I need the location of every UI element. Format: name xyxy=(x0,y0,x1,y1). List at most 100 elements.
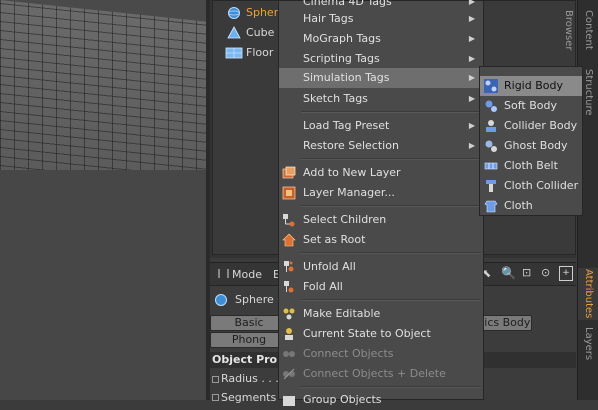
submenu-item-cloth[interactable]: Cloth xyxy=(480,196,582,216)
menu-item-label: Simulation Tags xyxy=(303,71,390,84)
menu-item-label: Hair Tags xyxy=(303,12,354,25)
viewport-background xyxy=(0,170,206,400)
cloth-collider-icon xyxy=(486,180,496,192)
menu-item-fold-all[interactable]: Fold All xyxy=(279,277,483,297)
submenu-item-label: Cloth xyxy=(504,199,533,212)
connect-delete-icon xyxy=(283,368,295,380)
menu-separator xyxy=(301,299,481,301)
group-objects-icon xyxy=(283,396,295,406)
make-editable-icon xyxy=(283,308,295,320)
history-icon[interactable]: ⊙ xyxy=(541,266,550,279)
menu-item-unfold-all[interactable]: Unfold All xyxy=(279,257,483,277)
menu-item-label: Connect Objects xyxy=(303,347,394,360)
menu-item-hair-tags[interactable]: Hair Tags ▶ xyxy=(279,9,483,29)
viewport[interactable] xyxy=(0,0,206,400)
floor-icon xyxy=(225,47,243,59)
submenu-arrow-icon: ▶ xyxy=(468,14,475,23)
rigid-body-icon xyxy=(484,79,498,93)
radius-label: Radius . . . xyxy=(221,372,279,385)
menu-separator xyxy=(301,111,481,113)
menu-item-label: Make Editable xyxy=(303,307,381,320)
menu-item-label: Load Tag Preset xyxy=(303,119,390,132)
menu-item-scripting-tags[interactable]: Scripting Tags ▶ xyxy=(279,49,483,69)
menu-item-load-tag-preset[interactable]: Load Tag Preset ▶ xyxy=(279,116,483,136)
submenu-item-label: Collider Body xyxy=(504,119,578,132)
menu-item-set-as-root[interactable]: Set as Root xyxy=(279,230,483,250)
menu-item-mograph-tags[interactable]: MoGraph Tags ▶ xyxy=(279,29,483,49)
submenu-item-label: Soft Body xyxy=(504,99,557,112)
menu-item-current-state-to-object[interactable]: Current State to Object xyxy=(279,324,483,344)
submenu-arrow-icon: ▶ xyxy=(468,34,475,43)
submenu-item-label: Ghost Body xyxy=(504,139,568,152)
lock-icon[interactable]: ⊡ xyxy=(522,266,531,279)
cube-icon xyxy=(227,26,241,39)
menu-item-label: Connect Objects + Delete xyxy=(303,367,446,380)
menu-item-label: Set as Root xyxy=(303,233,366,246)
object-label: Floor xyxy=(246,46,274,59)
tab-content-browser[interactable]: Content Browser xyxy=(563,0,598,60)
menu-separator xyxy=(301,252,481,254)
tab-basic[interactable]: Basic xyxy=(210,315,288,331)
submenu-item-label: Cloth Collider xyxy=(504,179,579,192)
submenu-item-collider-body[interactable]: Collider Body xyxy=(480,116,582,136)
submenu-item-label: Rigid Body xyxy=(504,79,563,92)
tab-attributes[interactable]: Attributes xyxy=(578,268,598,320)
menu-item-label: Unfold All xyxy=(303,260,356,273)
ghost-body-icon xyxy=(485,140,497,152)
menu-item-label: Select Children xyxy=(303,213,387,226)
simulation-tags-submenu: Rigid Body Soft Body Collider Body Ghost… xyxy=(479,66,583,216)
menu-item-label: Sketch Tags xyxy=(303,92,368,105)
menu-item-label: Layer Manager... xyxy=(303,186,395,199)
menu-item-label: Group Objects xyxy=(303,393,382,406)
menu-item-sketch-tags[interactable]: Sketch Tags ▶ xyxy=(279,89,483,109)
submenu-arrow-icon: ▶ xyxy=(468,121,475,130)
submenu-item-cloth-collider[interactable]: Cloth Collider xyxy=(480,176,582,196)
layer-manager-icon xyxy=(282,186,296,200)
unfold-all-icon xyxy=(284,261,294,272)
menu-item-connect-objects: Connect Objects xyxy=(279,344,483,364)
menu-grip-icon xyxy=(218,269,229,278)
submenu-item-cloth-belt[interactable]: Cloth Belt xyxy=(480,156,582,176)
segments-label: Segments xyxy=(221,391,277,404)
new-manager-icon[interactable]: + xyxy=(559,266,573,281)
menu-separator xyxy=(301,158,481,160)
set-as-root-icon xyxy=(282,233,296,247)
submenu-item-rigid-body[interactable]: Rigid Body xyxy=(480,76,582,96)
mode-menu[interactable]: Mode xyxy=(232,266,262,284)
menu-item-restore-selection[interactable]: Restore Selection ▶ xyxy=(279,136,483,156)
cloth-icon xyxy=(484,200,498,213)
menu-separator xyxy=(301,205,481,207)
menu-item-label: Current State to Object xyxy=(303,327,431,340)
soft-body-icon xyxy=(485,100,497,112)
keyframe-icon[interactable] xyxy=(212,376,219,383)
submenu-item-soft-body[interactable]: Soft Body xyxy=(480,96,582,116)
collider-body-icon xyxy=(486,120,496,132)
menu-item-connect-objects-delete: Connect Objects + Delete xyxy=(279,364,483,384)
menu-separator xyxy=(301,386,481,388)
add-to-layer-icon xyxy=(282,166,296,179)
submenu-item-ghost-body[interactable]: Ghost Body xyxy=(480,136,582,156)
cloth-belt-icon xyxy=(484,162,498,170)
object-label: Cube xyxy=(246,26,275,39)
submenu-arrow-icon: ▶ xyxy=(468,54,475,63)
tab-phong[interactable]: Phong xyxy=(210,332,288,348)
menu-item-make-editable[interactable]: Make Editable xyxy=(279,304,483,324)
menu-item-label: Fold All xyxy=(303,280,343,293)
floor-grid xyxy=(0,0,206,197)
fold-all-icon xyxy=(284,281,294,293)
current-state-icon xyxy=(285,328,293,340)
sphere-icon xyxy=(215,294,227,306)
menu-item-label: Add to New Layer xyxy=(303,166,401,179)
submenu-arrow-icon: ▶ xyxy=(468,73,475,82)
menu-item-group-objects[interactable]: Group Objects xyxy=(279,390,483,410)
menu-item-layer-manager[interactable]: Layer Manager... xyxy=(279,183,483,203)
submenu-arrow-icon: ▶ xyxy=(468,141,475,150)
menu-item-add-to-new-layer[interactable]: Add to New Layer xyxy=(279,163,483,183)
submenu-arrow-icon: ▶ xyxy=(468,94,475,103)
menu-item-label: Restore Selection xyxy=(303,139,399,152)
tab-layers[interactable]: Layers xyxy=(578,322,598,366)
search-icon[interactable]: 🔍 xyxy=(501,266,516,280)
menu-item-simulation-tags[interactable]: Simulation Tags ▶ xyxy=(279,68,483,88)
select-children-icon xyxy=(283,214,295,227)
menu-item-select-children[interactable]: Select Children xyxy=(279,210,483,230)
